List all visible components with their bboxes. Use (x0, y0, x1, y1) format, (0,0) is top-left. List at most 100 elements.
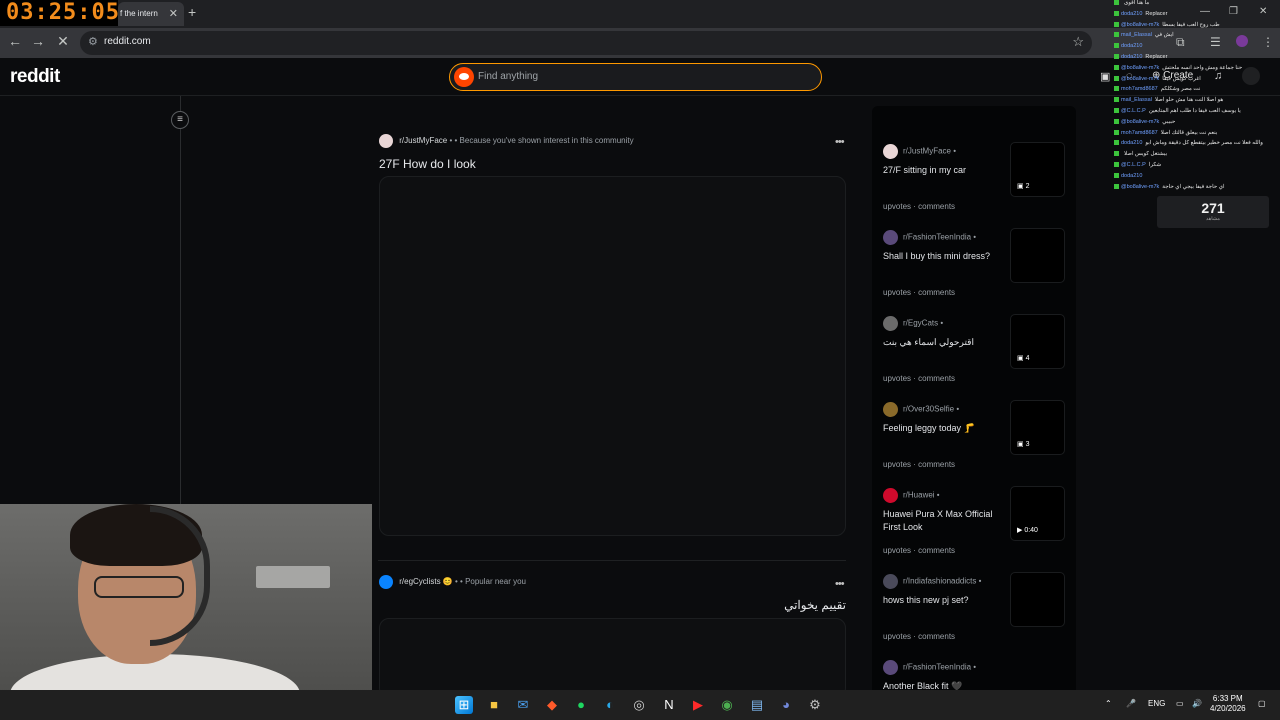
chat-badge-icon (1114, 54, 1119, 60)
chat-badge-icon (1114, 151, 1119, 157)
subreddit-avatar[interactable] (379, 575, 393, 589)
chat-text: حبيبي (1162, 118, 1176, 125)
chrome-icon[interactable]: ◉ (718, 696, 736, 714)
chat-message: mail_Elassal هو اصلا النت هنا مش حلو اصلا (1114, 97, 1223, 104)
brave-browser-icon[interactable]: ◆ (543, 696, 561, 714)
close-tab-icon[interactable]: ✕ (169, 2, 178, 26)
post-media[interactable] (379, 618, 846, 698)
subreddit-avatar[interactable] (379, 134, 393, 148)
recent-post-title[interactable]: 27/F sitting in my car (883, 164, 1005, 177)
recent-post-item[interactable]: r/FashionTeenIndia • Another Black fit 🖤 (872, 622, 1076, 696)
post-media[interactable] (379, 176, 846, 536)
recent-post-title[interactable]: Feeling leggy today 🦵 (883, 422, 1005, 435)
language-indicator[interactable]: ENG (1148, 699, 1165, 708)
recent-post-item[interactable]: r/EgyCats • اقترحولي اسماء هي بنت ▣ 4 up… (872, 278, 1076, 383)
recent-post-title[interactable]: Huawei Pura X Max Official First Look (883, 508, 1005, 534)
chat-badge-icon (1114, 183, 1119, 189)
recent-post-subreddit[interactable]: r/JustMyFace • (883, 144, 956, 159)
recent-post-subreddit[interactable]: r/FashionTeenIndia • (883, 660, 976, 675)
recent-post-item[interactable]: r/FashionTeenIndia • Shall I buy this mi… (872, 192, 1076, 297)
post-more-options-icon[interactable]: ••• (835, 578, 845, 590)
chat-message: @bo8alive-m7k اغرب كويس فيفا (1114, 76, 1201, 83)
obs-icon[interactable]: ◎ (630, 696, 648, 714)
new-tab-icon[interactable]: + (188, 4, 196, 20)
chat-message: @bo8alive-m7k حنا جماعة ومش واحد انسه ملح… (1114, 65, 1242, 72)
forward-icon[interactable]: → (28, 33, 48, 49)
subreddit-avatar (883, 402, 898, 417)
bookmark-star-icon[interactable]: ☆ (1072, 34, 1084, 50)
recent-post-item[interactable]: r/Indiafashionaddicts • hows this new pj… (872, 536, 1076, 641)
chat-text: اغرب كويس فيفا (1162, 75, 1201, 82)
chat-message: @C.L.C.P شكرا (1114, 162, 1161, 169)
recent-post-item[interactable]: r/JustMyFace • 27/F sitting in my car ▣ … (872, 106, 1076, 211)
chat-badge-icon (1114, 118, 1119, 124)
chat-badge-icon (1114, 43, 1119, 49)
search-input[interactable]: Find anything (449, 63, 822, 91)
chat-message: doda210 (1114, 173, 1145, 180)
post-title[interactable]: تقييم يخواتي (700, 598, 846, 612)
subreddit-name[interactable]: r/JustMyFace (399, 136, 447, 145)
recent-post-subreddit[interactable]: r/EgyCats • (883, 316, 943, 331)
reddit-logo[interactable]: reddit (10, 66, 60, 88)
settings-gear-icon[interactable]: ⚙ (806, 696, 824, 714)
recent-post-thumbnail[interactable]: ▣ 2 (1010, 142, 1065, 197)
volume-icon[interactable]: 🔊 (1192, 699, 1202, 708)
recent-post-subreddit[interactable]: r/Over30Selfie • (883, 402, 959, 417)
chat-badge-icon (1114, 86, 1119, 92)
chat-username: doda210 (1121, 172, 1143, 179)
recent-post-thumbnail[interactable]: ▣ 4 (1010, 314, 1065, 369)
file-explorer-icon[interactable]: ■ (485, 696, 503, 714)
recent-post-subreddit[interactable]: r/Huawei • (883, 488, 940, 503)
address-bar[interactable]: ⚙ reddit.com ☆ (80, 31, 1092, 55)
tray-overflow-chevron-icon[interactable]: ⌃ (1105, 699, 1112, 708)
gallery-icon: ▣ 2 (1017, 183, 1030, 190)
subreddit-avatar (883, 574, 898, 589)
back-icon[interactable]: ← (5, 33, 25, 49)
chat-badge-icon (1114, 64, 1119, 70)
recent-post-title[interactable]: Shall I buy this mini dress? (883, 250, 1005, 263)
chat-text: ايش في (1154, 32, 1174, 39)
collapse-sidebar-icon[interactable]: ≡ (171, 111, 189, 129)
feed-divider (378, 560, 846, 561)
emoji: 😊 (442, 577, 453, 587)
viewer-count-badge: 271 مشاهد (1157, 196, 1269, 228)
recent-post-thumbnail[interactable]: ▶ 0:40 (1010, 486, 1065, 541)
recent-post-title[interactable]: hows this new pj set? (883, 594, 1005, 607)
discord-icon[interactable]: ◕ (777, 696, 795, 714)
post-more-options-icon[interactable]: ••• (835, 136, 845, 148)
chat-text: ما هنا اقوى (1124, 0, 1150, 6)
recent-post-item[interactable]: r/Huawei • Huawei Pura X Max Official Fi… (872, 450, 1076, 555)
recent-post-item[interactable]: r/Over30Selfie • Feeling leggy today 🦵 ▣… (872, 364, 1076, 469)
chat-badge-icon (1114, 32, 1119, 38)
recent-post-thumbnail[interactable] (1010, 572, 1065, 627)
recent-post-subreddit[interactable]: r/Indiafashionaddicts • (883, 574, 981, 589)
mail-icon[interactable]: ✉ (514, 696, 532, 714)
stop-loading-icon[interactable]: ✕ (53, 33, 73, 50)
site-info-icon[interactable]: ⚙ (88, 35, 98, 48)
chat-username: mail_Elassal (1121, 32, 1152, 39)
recommendation-reason: Popular near you (465, 577, 526, 587)
recent-post-thumbnail[interactable]: ▣ 3 (1010, 400, 1065, 455)
recent-post-title[interactable]: اقترحولي اسماء هي بنت (883, 336, 1005, 349)
taskbar-clock[interactable]: 6:33 PM 4/20/2026 (1210, 694, 1246, 714)
notepad-icon[interactable]: ▤ (748, 696, 766, 714)
youtube-icon[interactable]: ▶ (689, 696, 707, 714)
browser-tab[interactable]: f the intern ✕ (118, 2, 184, 26)
viewer-label: مشاهد (1206, 216, 1220, 222)
post-title[interactable]: 27F How do I look (379, 157, 476, 171)
chat-username: moh7amd8687 (1121, 129, 1158, 136)
recent-post-subreddit[interactable]: r/FashionTeenIndia • (883, 230, 976, 245)
chat-message: moh7amd8687 نت مصر وشكلكم (1114, 86, 1200, 93)
subreddit-name[interactable]: r/egCyclists (399, 577, 440, 586)
notifications-icon[interactable]: ▢ (1258, 699, 1266, 708)
chat-username: mail_Elassal (1121, 97, 1152, 104)
notion-icon[interactable]: N (660, 696, 678, 714)
microphone-icon[interactable]: 🎤 (1126, 699, 1136, 708)
edge-browser-icon[interactable]: ◐ (601, 696, 619, 714)
reddit-header: reddit Find anything ▣ ◌ ⊕ Create ♫ (0, 58, 1280, 96)
windows-start-icon[interactable]: ⊞ (455, 696, 473, 714)
spotify-icon[interactable]: ● (572, 696, 590, 714)
network-icon[interactable]: ▭ (1176, 699, 1184, 708)
recent-post-thumbnail[interactable] (1010, 228, 1065, 283)
advertise-icon[interactable]: ▣ (1100, 70, 1110, 83)
